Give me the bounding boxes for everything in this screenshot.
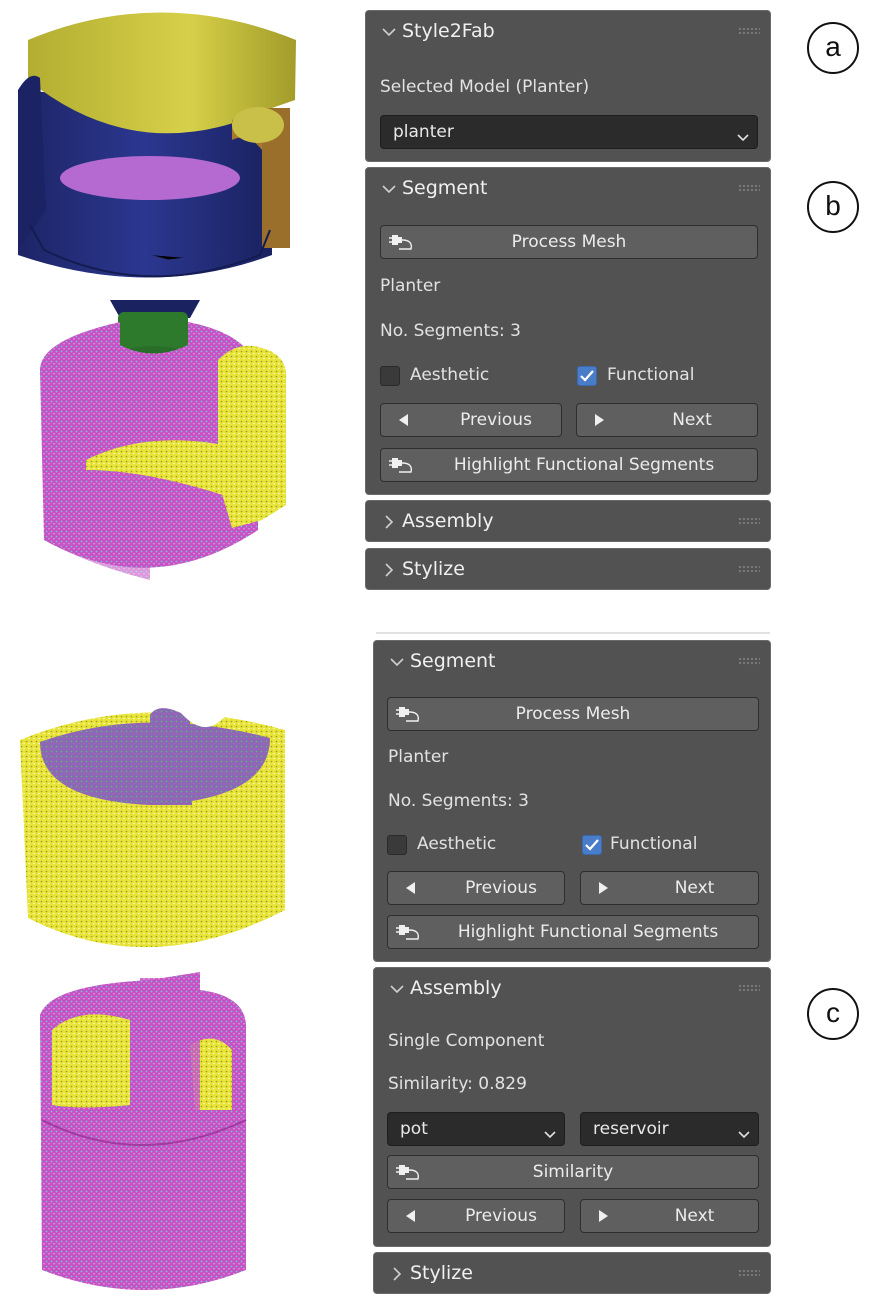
stylize-panel-collapsed: Stylize [365,548,771,590]
stylize-panel-header[interactable]: Stylize [366,549,770,591]
aesthetic-checkbox[interactable] [380,366,400,386]
annotation-b: b [807,181,859,233]
upper-planter-segment [18,12,296,318]
selected-model-label: Selected Model (Planter) [380,77,590,97]
section-divider [376,632,770,634]
lower-planter-segment [40,322,287,580]
planter-model-viewport [18,12,296,1290]
chevron-right-icon [380,561,398,579]
aesthetic-label: Aesthetic [417,834,497,854]
segment-panel-bottom: Segment Process Mesh Planter No. Segment… [373,640,771,962]
next-segment-button[interactable]: Next [580,871,759,905]
drag-grip-icon[interactable] [738,657,760,665]
functional-label: Functional [610,834,698,854]
previous-segment-button[interactable]: Previous [380,403,562,437]
chevron-right-icon [380,513,398,531]
process-mesh-button[interactable]: Process Mesh [387,697,759,731]
stylize-panel-header[interactable]: Stylize [374,1253,770,1295]
panel-title: Segment [410,650,496,672]
chevron-right-icon [388,1265,406,1283]
triangle-left-icon [406,882,415,894]
triangle-left-icon [406,1210,415,1222]
style2fab-panel: Style2Fab Selected Model (Planter) plant… [365,10,771,162]
similarity-button[interactable]: Similarity [387,1155,759,1189]
similarity-button-label: Similarity [532,1162,614,1182]
functional-label: Functional [607,365,695,385]
next-label: Next [672,410,712,430]
process-mesh-button[interactable]: Process Mesh [380,225,758,259]
segment-count-label: No. Segments: 3 [388,791,529,811]
panel-title: Assembly [410,977,502,999]
panel-title: Stylize [402,558,465,580]
panel-title: Stylize [410,1262,473,1284]
drag-grip-icon[interactable] [738,517,760,525]
chevron-down-icon [738,1125,750,1139]
component-b-value: reservoir [593,1119,669,1139]
next-segment-button[interactable]: Next [576,403,758,437]
highlight-functional-button[interactable]: Highlight Functional Segments [387,915,759,949]
triangle-left-icon [399,414,408,426]
model-name-label: Planter [380,276,441,296]
similarity-score-label: Similarity: 0.829 [388,1074,527,1094]
drag-grip-icon[interactable] [738,27,760,35]
previous-label: Previous [465,878,537,898]
model-select[interactable]: planter [380,115,758,149]
checkmark-icon [585,839,599,851]
assembly-panel: Assembly Single Component Similarity: 0.… [373,967,771,1247]
chevron-down-icon [737,128,749,142]
highlight-label: Highlight Functional Segments [453,455,715,475]
triangle-right-icon [599,882,608,894]
highlight-functional-button[interactable]: Highlight Functional Segments [380,448,758,482]
upper-pointcloud-segment [20,708,285,948]
next-label: Next [674,1206,715,1226]
assembly-mode-label: Single Component [388,1031,545,1051]
panel-title: Segment [402,177,488,199]
component-a-select[interactable]: pot [387,1112,565,1146]
checkmark-icon [580,370,594,382]
chevron-down-icon [380,23,398,41]
panel-title: Assembly [402,510,494,532]
annotation-a: a [807,22,859,74]
aesthetic-checkbox[interactable] [387,835,407,855]
triangle-right-icon [599,1210,608,1222]
process-mesh-label: Process Mesh [515,704,631,724]
segment-panel: Segment Process Mesh Planter No. Segment… [365,167,771,495]
annotation-c: c [807,988,859,1040]
next-label: Next [674,878,715,898]
lower-pointcloud-segment [40,972,247,1290]
assembly-panel-collapsed: Assembly [365,500,771,542]
previous-pair-button[interactable]: Previous [387,1199,565,1233]
assembly-panel-header[interactable]: Assembly [374,968,770,1010]
triangle-right-icon [595,414,604,426]
chevron-down-icon [544,1125,556,1139]
style2fab-panel-header[interactable]: Style2Fab [366,11,770,53]
functional-checkbox[interactable] [577,366,597,386]
assembly-panel-header[interactable]: Assembly [366,501,770,543]
drag-grip-icon[interactable] [738,1269,760,1277]
component-b-select[interactable]: reservoir [580,1112,759,1146]
drag-grip-icon[interactable] [738,984,760,992]
previous-segment-button[interactable]: Previous [387,871,565,905]
drag-grip-icon[interactable] [738,565,760,573]
drag-grip-icon[interactable] [738,184,760,192]
highlight-label: Highlight Functional Segments [457,922,719,942]
previous-label: Previous [465,1206,537,1226]
chevron-down-icon [388,653,406,671]
chevron-down-icon [388,980,406,998]
model-select-value: planter [393,122,454,142]
chevron-down-icon [380,180,398,198]
process-mesh-label: Process Mesh [511,232,627,252]
stylize-panel-collapsed-bottom: Stylize [373,1252,771,1294]
panel-title: Style2Fab [402,20,495,42]
previous-label: Previous [460,410,532,430]
component-a-value: pot [400,1119,428,1139]
segment-count-label: No. Segments: 3 [380,321,521,341]
aesthetic-label: Aesthetic [410,365,490,385]
functional-checkbox[interactable] [582,835,602,855]
next-pair-button[interactable]: Next [580,1199,759,1233]
model-name-label: Planter [388,747,449,767]
segment-panel-header[interactable]: Segment [374,641,770,683]
segment-panel-header[interactable]: Segment [366,168,770,210]
